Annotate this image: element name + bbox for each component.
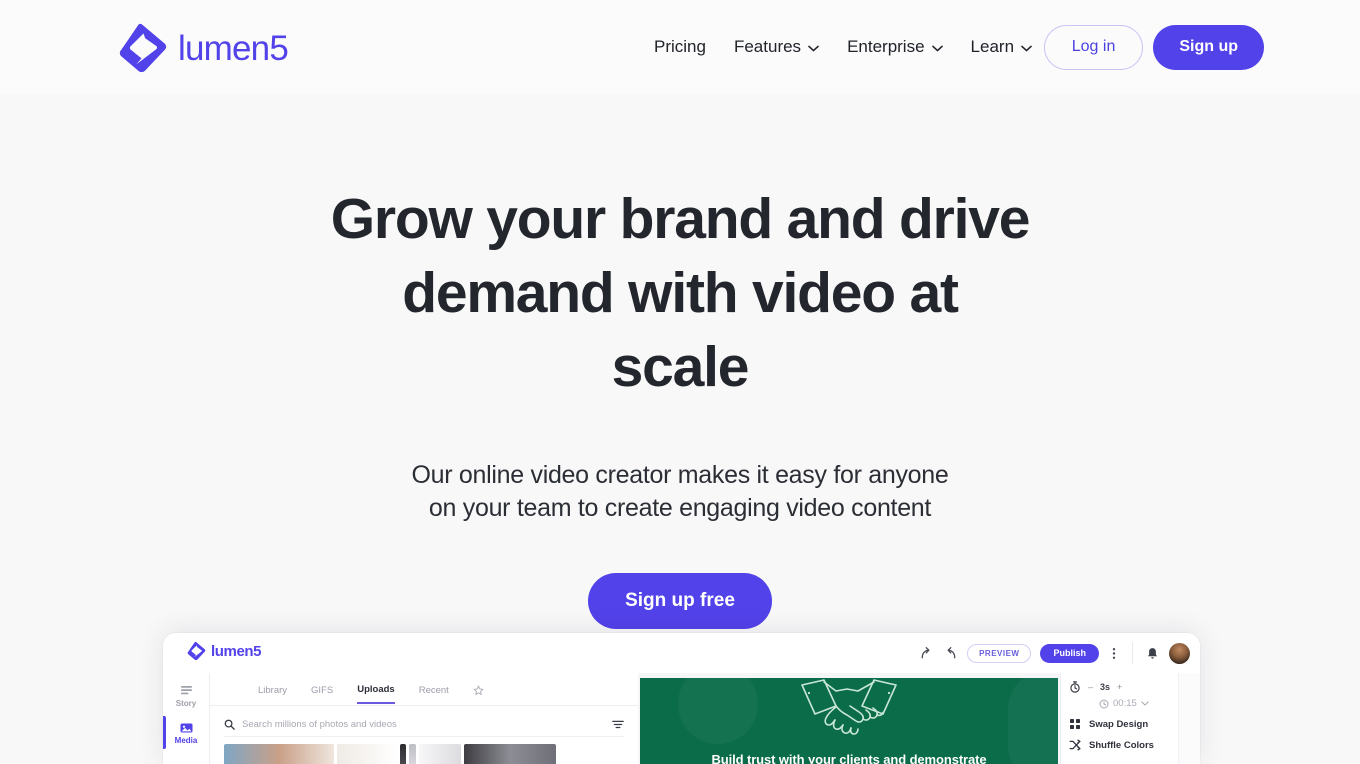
scene-duration-value: 3s [1100,682,1111,692]
media-search-bar[interactable]: Search millions of photos and videos [224,715,624,737]
publish-button[interactable]: Publish [1040,643,1099,663]
nav-label: Enterprise [847,37,925,56]
media-thumbnail[interactable] [400,744,406,764]
hero-title-line-1: Grow your brand and drive [330,187,1031,251]
bell-icon[interactable] [1145,646,1160,661]
media-thumbnail[interactable] [464,744,556,764]
chevron-down-icon[interactable] [1141,701,1149,706]
redo-icon[interactable] [943,646,958,661]
toolbar-divider [1132,642,1133,664]
avatar[interactable] [1169,642,1190,664]
filter-icon[interactable] [612,720,624,729]
story-icon [180,685,192,694]
mockup-brand-wordmark: lumen5 [211,642,262,660]
hero-subtitle-line-1: Our online video creator makes it easy f… [411,461,949,489]
undo-icon[interactable] [919,646,934,661]
handshake-icon [801,679,897,735]
chevron-down-icon [931,45,943,51]
hero-cta-wrapper: Sign up free [0,573,1360,629]
site-header: lumen5 Pricing Features Enterprise Learn… [0,0,1360,94]
app-mockup-preview: lumen5 PREVIEW Publish Story Media Libra… [163,633,1200,764]
star-icon[interactable] [473,685,484,696]
log-in-button[interactable]: Log in [1043,24,1144,70]
nav-item-learn[interactable]: Learn [957,29,1046,65]
nav-item-enterprise[interactable]: Enterprise [833,29,956,65]
video-canvas: Build trust with your clients and demons… [638,673,1060,764]
shuffle-colors-label: Shuffle Colors [1089,739,1154,751]
media-tabs: Library GIFS Uploads Recent [210,673,638,706]
hero-subtitle: Our online video creator makes it easy f… [400,459,960,525]
preview-button[interactable]: PREVIEW [967,643,1032,663]
more-options-icon[interactable] [1108,646,1120,661]
lumen5-logo-icon [187,641,206,661]
header-actions: Log in Sign up [1043,0,1264,94]
nav-item-pricing[interactable]: Pricing [640,29,720,65]
media-icon [180,723,192,732]
hero-section: Grow your brand and drive demand with vi… [0,94,1360,629]
stopwatch-icon [1070,681,1080,693]
slide-caption: Build trust with your clients and demons… [711,752,987,764]
search-input[interactable]: Search millions of photos and videos [242,719,605,730]
sign-up-button[interactable]: Sign up [1153,24,1264,70]
nav-label: Pricing [654,37,706,56]
search-icon [224,719,235,730]
clock-icon [1099,699,1109,708]
media-thumbnail[interactable] [419,744,461,764]
tab-library[interactable]: Library [258,685,287,703]
tab-recent[interactable]: Recent [419,685,449,703]
site-logo[interactable]: lumen5 [118,22,289,74]
nav-item-features[interactable]: Features [720,29,833,65]
decorative-circle [678,678,758,744]
mockup-body: Story Media Library GIFS Uploads Recent [163,673,1200,764]
swap-design-label: Swap Design [1089,718,1149,730]
main-navigation: Pricing Features Enterprise Learn [640,0,1046,94]
tab-uploads[interactable]: Uploads [357,684,395,704]
hero-subtitle-line-2: on your team to create engaging video co… [428,494,932,522]
mockup-left-rail: Story Media [163,673,209,764]
nav-label: Learn [970,37,1015,56]
brand-wordmark: lumen5 [178,28,289,68]
page-title: Grow your brand and drive demand with vi… [330,182,1031,404]
grid-icon [1070,719,1080,729]
rail-item-media[interactable]: Media [163,714,209,751]
media-thumbnail[interactable] [409,744,416,764]
decrease-duration-button[interactable]: – [1088,682,1093,692]
chevron-down-icon [1021,45,1032,51]
shuffle-icon [1069,739,1081,751]
mockup-toolbar: PREVIEW Publish [919,633,1190,673]
slide-preview[interactable]: Build trust with your clients and demons… [640,678,1058,764]
media-thumbnail[interactable] [337,744,397,764]
nav-label: Features [733,37,802,56]
media-thumbnail[interactable] [224,744,334,764]
hero-title-line-2: demand with video at scale [402,261,959,399]
rail-item-story[interactable]: Story [163,677,209,714]
media-panel: Library GIFS Uploads Recent Search milli… [209,673,638,764]
rail-item-label: Story [175,698,197,708]
media-thumbnail-row [224,744,624,764]
panel-edge [1178,673,1200,764]
mockup-logo[interactable]: lumen5 [187,641,262,661]
increase-duration-button[interactable]: + [1117,682,1122,692]
lumen5-logo-icon [119,23,167,73]
total-duration-value: 00:15 [1113,698,1137,709]
mockup-topbar: lumen5 PREVIEW Publish [163,633,1200,673]
chevron-down-icon [808,45,819,51]
rail-item-label: Media [174,735,198,745]
scene-settings-panel: – 3s + 00:15 Swap Design Shuffle Colors [1060,673,1200,764]
sign-up-free-button[interactable]: Sign up free [588,573,772,629]
tab-gifs[interactable]: GIFS [311,685,333,703]
